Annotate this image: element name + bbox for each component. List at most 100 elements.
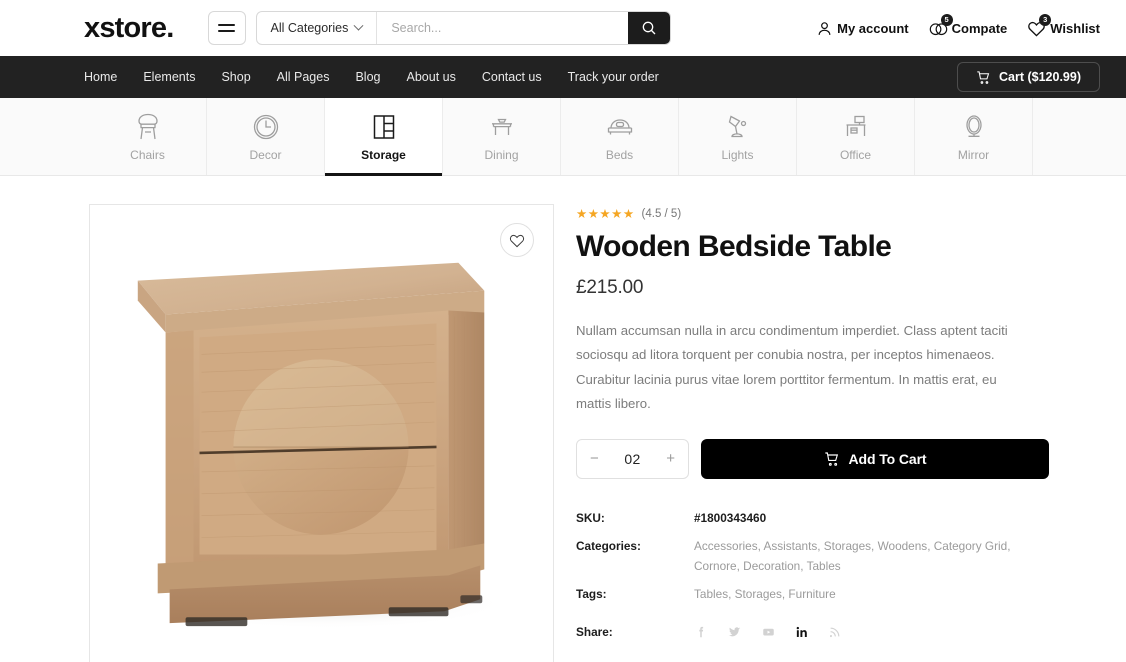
tags-label: Tags: — [576, 587, 607, 602]
nav-item-home[interactable]: Home — [84, 70, 117, 84]
categories-value[interactable]: Accessories, Assistants, Storages, Woode… — [694, 537, 1024, 576]
product-description: Nullam accumsan nulla in arcu condimentu… — [576, 323, 1008, 412]
cart-button-label: Cart ($120.99) — [999, 70, 1081, 84]
meta-row-categories: Categories: Accessories, Assistants, Sto… — [576, 537, 1100, 576]
share-icons — [694, 625, 842, 639]
category-tab-chairs[interactable]: Chairs — [89, 98, 207, 175]
quantity-decrease-button[interactable]: − — [590, 451, 599, 466]
nav-links: Home Elements Shop All Pages Blog About … — [84, 70, 659, 84]
clock-icon — [253, 114, 278, 139]
sku-label: SKU: — [576, 510, 605, 525]
search-submit-button[interactable] — [627, 12, 670, 44]
product-image[interactable] — [90, 205, 553, 662]
product-meta: SKU: #1800343460 Categories: Accessories… — [576, 509, 1100, 605]
category-tab-label: Mirror — [957, 147, 990, 162]
nav-item-track-your-order[interactable]: Track your order — [568, 70, 659, 84]
site-header: xstore. All Categories My account — [0, 0, 1126, 56]
header-actions: My account 5 Compate 3 Wishlist — [816, 13, 1100, 37]
category-select-label: All Categories — [270, 21, 349, 35]
add-to-cart-button[interactable]: Add To Cart — [701, 438, 1049, 479]
product-rating: ★★★★★ (4.5 / 5) — [576, 208, 1100, 221]
nav-item-about-us[interactable]: About us — [407, 70, 456, 84]
product-price: £215.00 — [576, 277, 644, 298]
category-tab-label: Lights — [721, 147, 754, 162]
nav-item-contact-us[interactable]: Contact us — [482, 70, 542, 84]
cart-icon — [824, 452, 838, 466]
heart-icon: 3 — [1027, 13, 1052, 37]
facebook-icon[interactable] — [694, 625, 708, 639]
cart-button[interactable]: Cart ($120.99) — [957, 62, 1100, 92]
cabinet-icon — [373, 114, 394, 139]
chair-icon — [137, 113, 158, 139]
youtube-icon[interactable] — [761, 625, 776, 639]
quantity-value[interactable]: 02 — [624, 451, 640, 467]
compare-link[interactable]: 5 Compate — [929, 13, 1008, 37]
search-input[interactable] — [377, 12, 628, 44]
user-icon — [816, 20, 833, 37]
share-label: Share: — [576, 624, 613, 639]
category-tab-strip: Chairs Decor Storage Dining Beds Lights … — [0, 98, 1126, 176]
category-tab-mirror[interactable]: Mirror — [915, 98, 1033, 175]
wishlist-badge: 3 — [1039, 13, 1052, 26]
product-info: ★★★★★ (4.5 / 5) Wooden Bedside Table £21… — [576, 204, 1100, 662]
add-to-wishlist-button[interactable] — [500, 223, 534, 257]
linkedin-icon[interactable] — [795, 625, 809, 639]
catstrip-pad-right — [1033, 98, 1126, 175]
add-to-cart-label: Add To Cart — [848, 450, 927, 467]
catstrip-pad-left — [0, 98, 89, 175]
search-icon — [642, 21, 655, 35]
category-tab-label: Chairs — [130, 147, 165, 162]
my-account-label: My account — [837, 20, 909, 36]
quantity-increase-button[interactable]: + — [666, 451, 675, 466]
hamburger-icon — [218, 24, 235, 26]
nav-item-elements[interactable]: Elements — [143, 70, 195, 84]
hamburger-menu-button[interactable] — [207, 11, 246, 45]
tags-value[interactable]: Tables, Storages, Furniture — [694, 585, 836, 604]
product-title: Wooden Bedside Table — [576, 229, 892, 263]
category-tab-storage[interactable]: Storage — [325, 98, 443, 176]
meta-row-tags: Tags: Tables, Storages, Furniture — [576, 585, 1100, 604]
my-account-link[interactable]: My account — [816, 20, 909, 37]
quantity-stepper[interactable]: − 02 + — [576, 438, 689, 479]
heart-outline-icon — [509, 234, 525, 247]
site-logo[interactable]: xstore. — [84, 12, 174, 45]
category-select[interactable]: All Categories — [257, 12, 378, 44]
category-tab-dining[interactable]: Dining — [443, 98, 561, 175]
category-tab-lights[interactable]: Lights — [679, 98, 797, 175]
category-tab-beds[interactable]: Beds — [561, 98, 679, 175]
category-tab-label: Decor — [249, 147, 282, 162]
sku-value: #1800343460 — [694, 510, 767, 525]
product-gallery — [89, 204, 554, 662]
compare-badge: 5 — [940, 13, 953, 26]
wishlist-link[interactable]: 3 Wishlist — [1027, 13, 1100, 37]
chevron-down-icon — [353, 20, 364, 31]
mirror-icon — [965, 114, 982, 137]
compare-label: Compate — [951, 20, 1008, 36]
share-row: Share: — [576, 625, 1100, 639]
rating-stars: ★★★★★ — [576, 207, 635, 221]
categories-label: Categories: — [576, 539, 641, 554]
search-bar: All Categories — [255, 11, 671, 45]
nav-item-blog[interactable]: Blog — [355, 70, 380, 84]
nav-item-shop[interactable]: Shop — [221, 70, 250, 84]
category-tab-label: Dining — [484, 147, 519, 162]
hamburger-icon — [218, 30, 235, 32]
desk-icon — [846, 115, 865, 136]
cart-icon — [977, 70, 990, 84]
rss-icon[interactable] — [828, 625, 842, 639]
twitter-icon[interactable] — [727, 625, 742, 639]
lamp-icon — [728, 115, 746, 137]
product-section: ★★★★★ (4.5 / 5) Wooden Bedside Table £21… — [0, 176, 1126, 662]
purchase-controls: − 02 + Add To Cart — [576, 438, 1100, 479]
main-navigation: Home Elements Shop All Pages Blog About … — [0, 56, 1126, 98]
category-tab-decor[interactable]: Decor — [207, 98, 325, 175]
category-tab-office[interactable]: Office — [797, 98, 915, 175]
nav-item-all-pages[interactable]: All Pages — [277, 70, 330, 84]
bed-icon — [607, 118, 632, 134]
wishlist-label: Wishlist — [1050, 20, 1100, 36]
category-tab-label: Office — [839, 147, 872, 162]
table-icon — [491, 118, 512, 135]
meta-row-sku: SKU: #1800343460 — [576, 509, 1100, 528]
category-tab-label: Storage — [361, 147, 406, 162]
rating-value: (4.5 / 5) — [641, 208, 682, 221]
